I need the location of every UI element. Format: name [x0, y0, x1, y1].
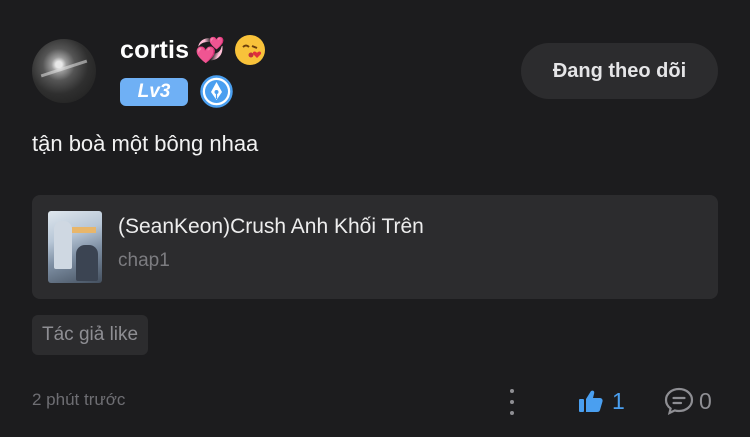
level-badge: Lv3	[120, 78, 188, 106]
timestamp: 2 phút trước	[32, 390, 126, 409]
avatar-light-streak	[40, 59, 88, 78]
like-button[interactable]: 1	[578, 386, 625, 416]
hearts-emoji-icon: 💞	[195, 36, 226, 64]
story-title: (SeanKeon)Crush Anh Khối Trên	[118, 215, 424, 238]
like-count: 1	[612, 387, 625, 414]
reply-button[interactable]: 0	[664, 386, 712, 416]
reply-count: 0	[699, 387, 712, 414]
user-avatar[interactable]	[32, 39, 96, 103]
kiss-face-icon	[236, 36, 265, 64]
username-row: cortis 💞	[120, 35, 266, 65]
pen-nib-icon	[200, 75, 233, 108]
thumbs-up-icon	[579, 390, 603, 412]
username[interactable]: cortis	[120, 36, 189, 65]
comment-bubble-icon	[664, 387, 694, 415]
author-liked-tag: Tác giả like	[32, 315, 149, 355]
story-chapter: chap1	[118, 250, 170, 271]
story-card[interactable]: (SeanKeon)Crush Anh Khối Trên chap1	[32, 195, 718, 299]
more-options-icon[interactable]	[505, 389, 519, 415]
story-cover-image	[48, 211, 102, 283]
kiss-emoji-icon	[235, 35, 266, 65]
following-button[interactable]: Đang theo dõi	[521, 43, 718, 99]
comment-text: tận boà một bông nhaa	[32, 131, 259, 156]
